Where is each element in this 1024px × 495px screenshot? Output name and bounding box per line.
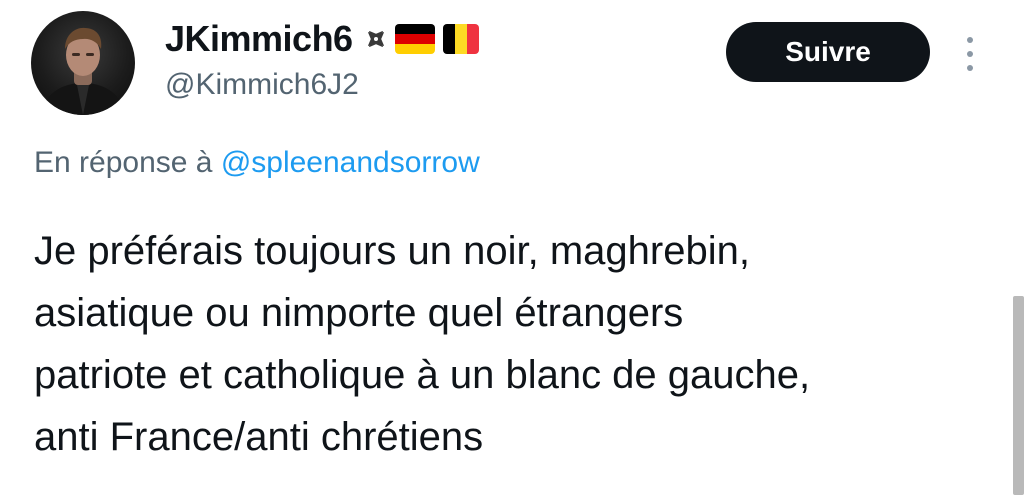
reply-prefix: En réponse à [34, 146, 213, 179]
more-dot [967, 37, 973, 43]
maltese-cross-icon [367, 31, 384, 47]
author-name-row: JKimmich6 [165, 17, 479, 61]
tweet-text: Je préférais toujours un noir, maghrebin… [34, 220, 994, 468]
belgium-flag-icon [442, 24, 479, 54]
avatar-image [41, 27, 125, 115]
more-dot [967, 65, 973, 71]
author-handle[interactable]: @Kimmich6J2 [165, 68, 359, 102]
tweet-text-line: asiatique ou nimporte quel étrangers [34, 291, 684, 335]
avatar[interactable] [31, 11, 135, 115]
reply-mention-link[interactable]: @spleenandsorrow [221, 146, 480, 179]
follow-button[interactable]: Suivre [726, 22, 930, 82]
scrollbar[interactable] [1013, 296, 1024, 495]
tweet-card: JKimmich6 @Kimmich6J2 Suivre En réponse … [0, 0, 1024, 495]
author-display-name[interactable]: JKimmich6 [165, 18, 353, 60]
more-dot [967, 51, 973, 57]
tweet-text-line: patriote et catholique à un blanc de gau… [34, 353, 811, 397]
tweet-text-line: anti France/anti chrétiens [34, 415, 484, 459]
more-vertical-icon[interactable] [960, 34, 980, 74]
tweet-text-line: Je préférais toujours un noir, maghrebin… [34, 229, 750, 273]
germany-flag-icon [394, 24, 435, 54]
reply-context: En réponse à @spleenandsorrow [34, 146, 480, 180]
